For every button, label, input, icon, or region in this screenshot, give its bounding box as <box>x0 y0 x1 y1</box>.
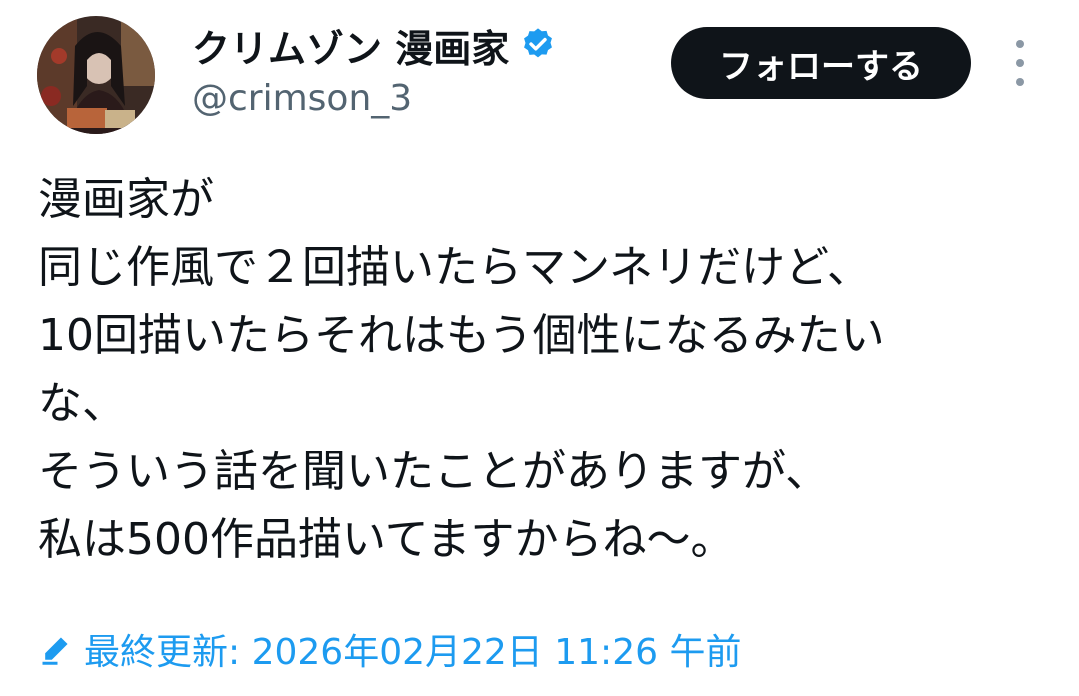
verified-badge-icon[interactable] <box>519 26 557 64</box>
follow-button[interactable]: フォローする <box>671 27 971 99</box>
display-name-row[interactable]: クリムゾン 漫画家 <box>192 18 557 72</box>
more-vertical-icon[interactable] <box>1007 40 1033 86</box>
last-edited-link[interactable]: 最終更新: 2026年02月22日 11:26 午前 <box>38 618 741 680</box>
more-dot <box>1016 40 1024 48</box>
tweet-line: そういう話を聞いたことがありますが、 <box>38 446 830 497</box>
tweet-line: な、 <box>38 378 126 429</box>
display-name[interactable]: クリムゾン 漫画家 <box>192 18 509 73</box>
pencil-icon <box>38 631 74 667</box>
user-handle[interactable]: @crimson_3 <box>192 78 412 119</box>
last-edited-label[interactable]: 最終更新: 2026年02月22日 11:26 午前 <box>84 623 741 675</box>
tweet-line: 漫画家が <box>38 174 214 225</box>
profile-avatar[interactable] <box>37 16 155 134</box>
tweet-line: 同じ作風で２回描いたらマンネリだけど、 <box>38 242 871 293</box>
more-dot <box>1016 59 1024 67</box>
tweet-line: 私は500作品描いてますからね〜。 <box>38 514 735 565</box>
tweet-text: 漫画家が 同じ作風で２回描いたらマンネリだけど、 10回描いたらそれはもう個性に… <box>38 166 1048 574</box>
more-dot <box>1016 78 1024 86</box>
tweet-line: 10回描いたらそれはもう個性になるみたい <box>38 310 885 361</box>
